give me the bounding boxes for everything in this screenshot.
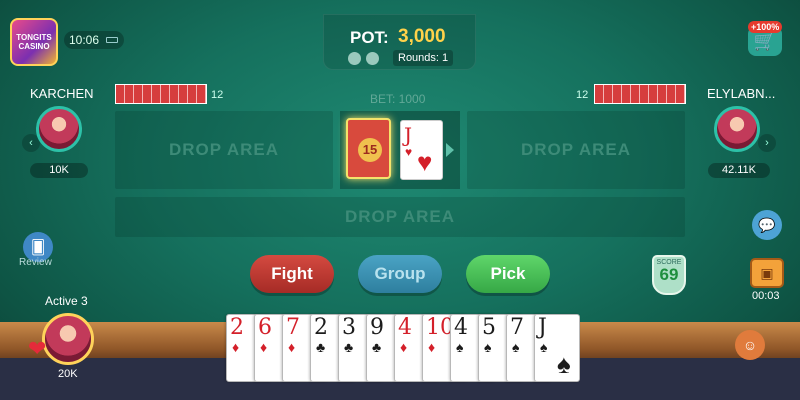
- card-back: [152, 85, 161, 103]
- shop-bonus-badge: +100%: [748, 21, 783, 33]
- emote-icon[interactable]: ☺: [735, 330, 765, 360]
- left-player-avatar[interactable]: [36, 106, 82, 152]
- battery-icon: [106, 37, 118, 43]
- drop-area-left[interactable]: DROP AREA: [115, 111, 333, 189]
- card-suit: ♠: [512, 339, 520, 355]
- card-suit: ♣: [344, 339, 354, 355]
- spade-icon: [366, 52, 379, 65]
- card-back: [161, 85, 170, 103]
- stock-pile[interactable]: 15: [346, 118, 391, 179]
- card-suit-large: ♠: [557, 349, 571, 379]
- my-status: Active 3: [45, 294, 88, 308]
- chat-icon[interactable]: 💬: [752, 210, 782, 240]
- card-back: [197, 85, 206, 103]
- card-suit: ♣: [316, 339, 326, 355]
- card-back: [179, 85, 188, 103]
- left-player-card-count: 12: [211, 89, 224, 101]
- pick-button[interactable]: Pick: [466, 255, 550, 293]
- treasure-chest-icon[interactable]: ▣: [750, 258, 784, 288]
- right-player-card-count: 12: [576, 89, 589, 101]
- bet-label: BET: 1000: [370, 92, 426, 106]
- game-logo: TONGITS CASINO: [10, 18, 58, 66]
- card-suit: ♦: [260, 339, 268, 355]
- discard-pile-card[interactable]: J ♥ ♥: [400, 120, 443, 180]
- fight-button[interactable]: Fight: [250, 255, 334, 293]
- pot-panel: POT: 3,000 Rounds: 1: [323, 14, 476, 70]
- card-rank: 2: [230, 315, 244, 340]
- hand-card[interactable]: J ♠ ♠: [534, 314, 580, 382]
- card-suit: ♣: [372, 339, 382, 355]
- pot-label: POT:: [350, 28, 389, 47]
- card-back: [658, 85, 667, 103]
- chip-icon: [348, 52, 361, 65]
- discard-suit-small: ♥: [405, 145, 413, 159]
- left-player-chips: 10K: [30, 163, 88, 178]
- card-back: [622, 85, 631, 103]
- card-suit: ♦: [232, 339, 240, 355]
- card-suit: ♠: [484, 339, 492, 355]
- right-player-name: ELYLABN...: [707, 86, 776, 101]
- card-back: [116, 85, 125, 103]
- my-avatar[interactable]: [42, 313, 94, 365]
- card-rank: J: [538, 315, 547, 340]
- clock-time: 10:06: [69, 33, 100, 47]
- card-back: [188, 85, 197, 103]
- heart-icon: ♥: [417, 147, 433, 177]
- card-rank: 6: [258, 315, 272, 340]
- card-back: [143, 85, 152, 103]
- card-rank: 2: [314, 315, 328, 340]
- play-arrow-icon: [446, 143, 454, 157]
- rounds-counter: Rounds: 1: [393, 50, 454, 66]
- card-rank: 7: [510, 315, 524, 340]
- card-rank: 4: [454, 315, 468, 340]
- game-table: TONGITS CASINO 10:06 POT: 3,000 Rounds: …: [0, 0, 800, 400]
- card-suit: ♦: [400, 339, 408, 355]
- right-player-card-backs: [594, 84, 686, 104]
- card-back: [613, 85, 622, 103]
- card-rank: 7: [286, 315, 300, 340]
- review-label[interactable]: Review: [19, 257, 52, 268]
- card-rank: 5: [482, 315, 496, 340]
- pot-value: 3,000: [398, 26, 446, 47]
- card-back: [604, 85, 613, 103]
- score-badge: SCORE 69: [652, 255, 686, 295]
- right-player-avatar[interactable]: [714, 106, 760, 152]
- card-suit: ♦: [428, 339, 436, 355]
- stock-count: 15: [358, 138, 382, 162]
- card-back: [649, 85, 658, 103]
- card-back: [170, 85, 179, 103]
- drop-area-center[interactable]: DROP AREA: [115, 197, 685, 237]
- card-suit: ♠: [540, 339, 548, 355]
- card-back: [667, 85, 676, 103]
- score-value: 69: [659, 265, 679, 284]
- heart-icon[interactable]: ❤: [28, 336, 46, 362]
- card-back: [631, 85, 640, 103]
- player-hand: 2 ♦ 6 ♦ 7 ♦ 2 ♣ 3 ♣ 9 ♣ 4 ♦ 10 ♦ 4 ♠ 5 ♠ 7 ♠ J ♠ ♠: [226, 314, 582, 384]
- chest-timer: 00:03: [752, 290, 780, 302]
- card-back: [640, 85, 649, 103]
- drop-area-right[interactable]: DROP AREA: [467, 111, 685, 189]
- card-back: [676, 85, 685, 103]
- card-suit: ♦: [288, 339, 296, 355]
- card-rank: 3: [342, 315, 356, 340]
- left-player-card-backs: [115, 84, 207, 104]
- card-back: [125, 85, 134, 103]
- chevron-right-icon[interactable]: ›: [758, 134, 776, 152]
- right-player-chips: 42.11K: [708, 163, 770, 178]
- card-back: [595, 85, 604, 103]
- card-suit: ♠: [456, 339, 464, 355]
- group-button[interactable]: Group: [358, 255, 442, 293]
- left-player-name: KARCHEN: [30, 86, 94, 101]
- status-clock: 10:06: [64, 31, 124, 49]
- logo-text: TONGITS CASINO: [16, 33, 52, 51]
- card-back: [134, 85, 143, 103]
- my-chips: 20K: [58, 368, 78, 380]
- discard-rank: J: [404, 123, 413, 147]
- card-rank: 4: [398, 315, 412, 340]
- card-rank: 9: [370, 315, 384, 340]
